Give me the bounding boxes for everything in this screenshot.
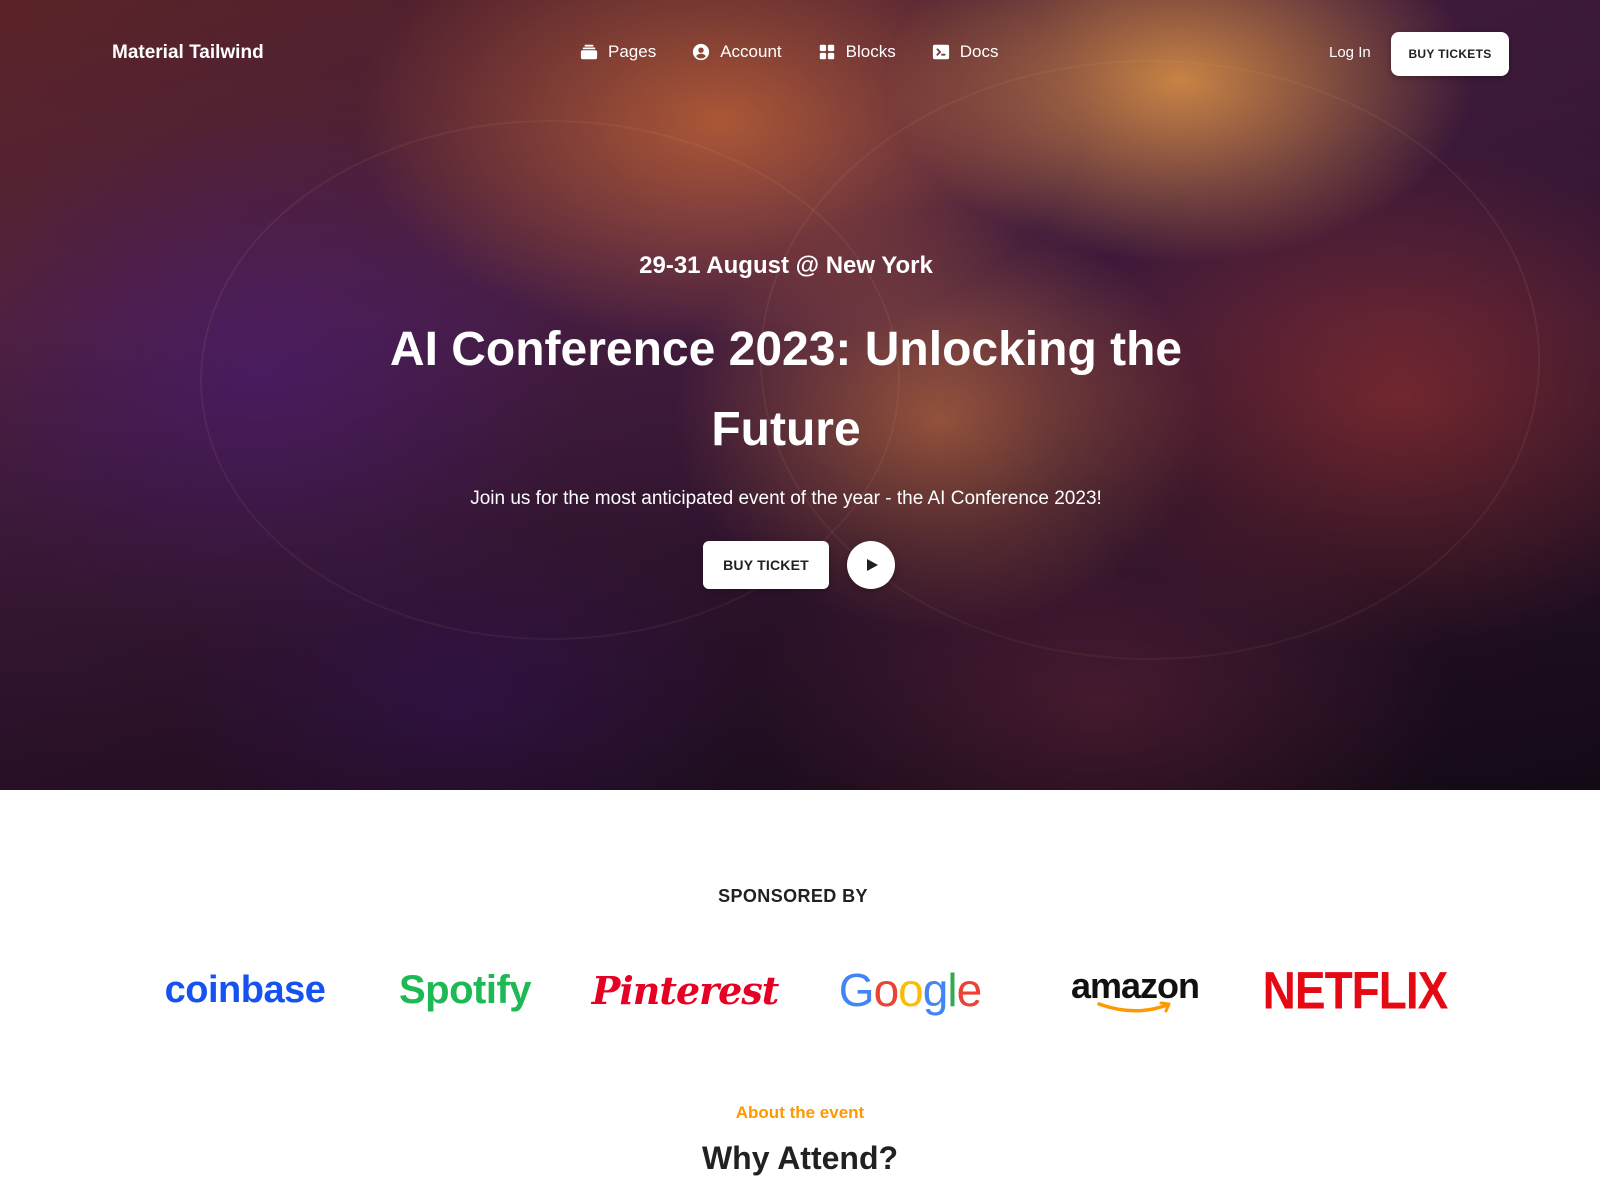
amazon-smile-icon <box>1097 1001 1171 1013</box>
pinterest-logo: Pinterest <box>591 967 780 1013</box>
buy-tickets-button[interactable]: BUY TICKETS <box>1391 32 1509 76</box>
google-logo: Google <box>838 964 982 1016</box>
hero-section: Material Tailwind Pages Account Blocks D… <box>0 0 1600 790</box>
nav-item-account[interactable]: Account <box>692 42 782 62</box>
about-eyebrow: About the event <box>735 1103 865 1122</box>
nav-item-pages[interactable]: Pages <box>580 42 656 62</box>
rectangle-stack-icon <box>580 44 598 60</box>
sponsor-logos: coinbase Spotify Pinterest Google amazon… <box>0 950 1600 1030</box>
buy-ticket-button[interactable]: BUY TICKET <box>703 541 829 589</box>
sponsors-heading: SPONSORED BY <box>718 886 868 906</box>
command-line-icon <box>932 44 949 60</box>
nav-item-blocks[interactable]: Blocks <box>818 42 896 62</box>
login-button[interactable]: Log In <box>1329 44 1371 61</box>
nav-item-label: Pages <box>608 42 657 61</box>
hero-title: AI Conference 2023: Unlocking the Future <box>389 323 1183 456</box>
nav-menu: Pages Account Blocks Docs <box>580 42 998 62</box>
play-icon <box>867 559 878 571</box>
spotify-logo: Spotify <box>398 967 532 1012</box>
nav-item-label: Docs <box>959 42 999 61</box>
coinbase-logo: coinbase <box>164 968 326 1011</box>
play-video-button[interactable] <box>847 541 895 589</box>
nav-item-docs[interactable]: Docs <box>932 42 999 62</box>
hero-subtitle: Join us for the most anticipated event o… <box>470 488 1102 509</box>
nav-item-label: Account <box>720 42 782 61</box>
netflix-logo: NETFLIX <box>1262 960 1449 1020</box>
navbar: Material Tailwind Pages Account Blocks D… <box>0 0 1600 110</box>
user-circle-icon <box>693 43 710 61</box>
nav-item-label: Blocks <box>845 42 896 61</box>
squares-icon <box>819 44 834 60</box>
event-date: 29-31 August @ New York <box>639 252 933 279</box>
amazon-logo: amazon <box>1055 950 1215 1030</box>
brand-logo[interactable]: Material Tailwind <box>112 42 264 64</box>
why-attend-heading: Why Attend? <box>701 1140 899 1176</box>
